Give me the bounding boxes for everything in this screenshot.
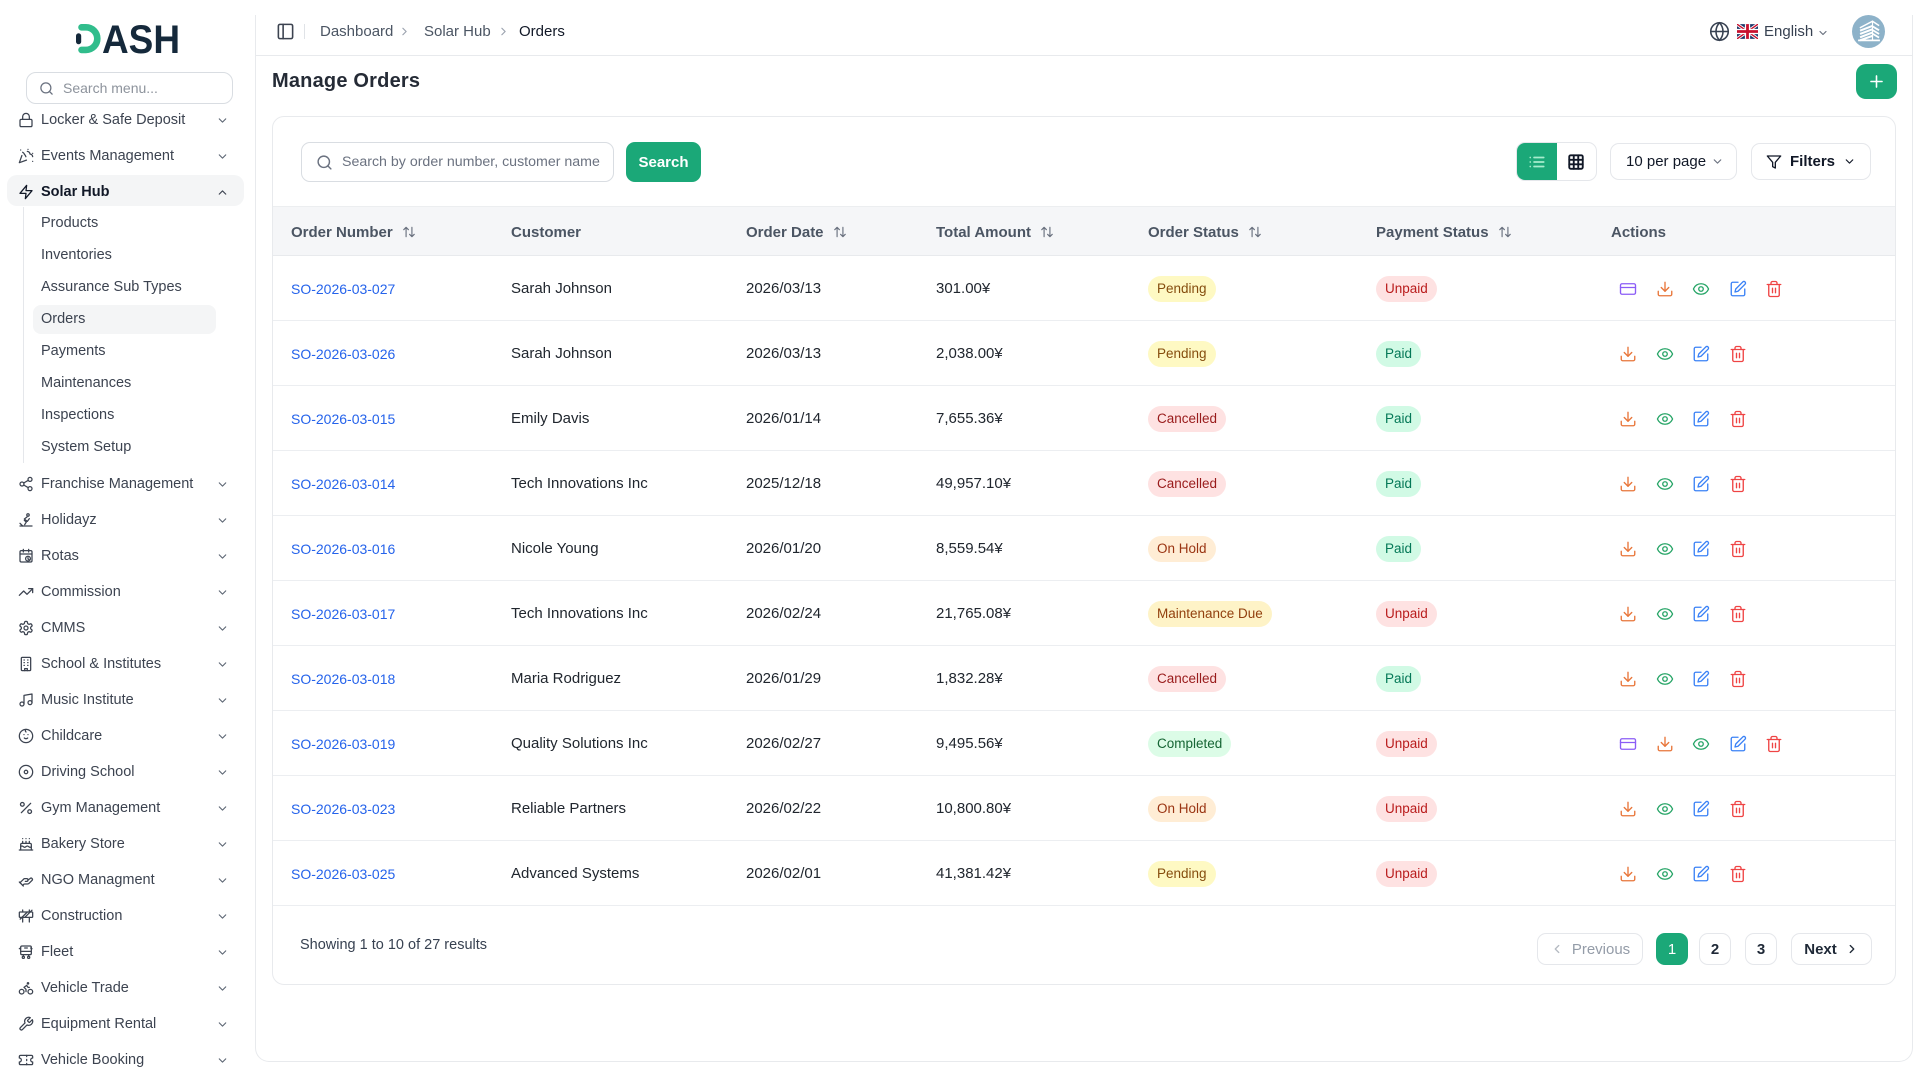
svg-text:ASH: ASH (102, 19, 180, 61)
